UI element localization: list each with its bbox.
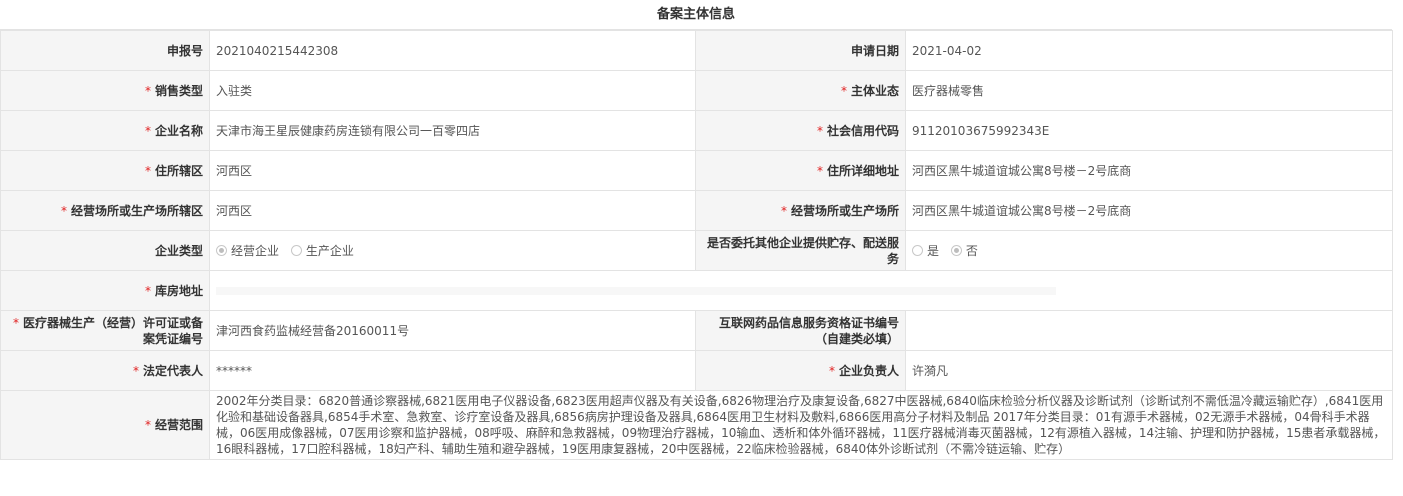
required-mark: * <box>144 163 151 178</box>
field-value <box>905 310 1393 351</box>
field-label: 企业负责人 <box>838 363 899 378</box>
required-mark: * <box>144 283 151 298</box>
field-label: 销售类型 <box>154 83 203 98</box>
field-label: 法定代表人 <box>142 363 203 378</box>
table-row: * 库房地址 <box>0 270 1393 311</box>
field-label: 企业名称 <box>154 123 203 138</box>
field-label: 申请日期 <box>695 30 906 71</box>
info-table: 申报号 2021040215442308 申请日期 2021-04-02 * 销售… <box>0 30 1393 460</box>
field-label: 是否委托其他企业提供贮存、配送服务 <box>695 230 906 271</box>
field-label: 申报号 <box>0 30 210 71</box>
radio-label: 生产企业 <box>305 243 354 258</box>
required-mark: * <box>780 203 787 218</box>
field-label: 企业类型 <box>0 230 210 271</box>
table-row: * 住所辖区 河西区 * 住所详细地址 河西区黑牛城道谊城公寓8号楼－2号底商 <box>0 150 1393 191</box>
radio-label: 是 <box>927 243 940 258</box>
field-label: 经营场所或生产场所 <box>790 203 899 218</box>
radio-production-enterprise[interactable] <box>290 244 302 256</box>
field-value: 河西区黑牛城道谊城公寓8号楼－2号底商 <box>905 190 1393 231</box>
field-value: 入驻类 <box>209 70 696 111</box>
field-value: 91120103675992343E <box>905 110 1393 151</box>
table-row: * 法定代表人 ****** * 企业负责人 许漪凡 <box>0 350 1393 391</box>
warehouse-address-value <box>209 270 1393 311</box>
radio-no[interactable] <box>950 244 962 256</box>
required-mark: * <box>828 363 835 378</box>
business-scope-value: 2002年分类目录：6820普通诊察器械,6821医用电子仪器设备,6823医用… <box>209 390 1393 460</box>
required-mark: * <box>132 363 139 378</box>
table-row: 申报号 2021040215442308 申请日期 2021-04-02 <box>0 30 1393 71</box>
field-value: 许漪凡 <box>905 350 1393 391</box>
field-value: 津河西食药监械经营备20160011号 <box>209 310 696 351</box>
field-label: 住所详细地址 <box>826 163 899 178</box>
required-mark: * <box>12 315 19 330</box>
field-value: 河西区 <box>209 190 696 231</box>
required-mark: * <box>144 418 151 432</box>
field-value: 天津市海王星辰健康药房连锁有限公司一百零四店 <box>209 110 696 151</box>
field-label: 住所辖区 <box>154 163 203 178</box>
panel-title: 备案主体信息 <box>0 0 1392 30</box>
table-row: * 经营范围 2002年分类目录：6820普通诊察器械,6821医用电子仪器设备,… <box>0 390 1393 460</box>
required-mark: * <box>816 123 823 138</box>
field-label: 医疗器械生产（经营）许可证或备案凭证编号 <box>22 315 203 346</box>
radio-business-enterprise[interactable] <box>216 244 227 256</box>
field-label: 主体业态 <box>850 83 899 98</box>
table-row: * 医疗器械生产（经营）许可证或备案凭证编号 津河西食药监械经营备20160011… <box>0 310 1393 351</box>
table-row: * 销售类型 入驻类 * 主体业态 医疗器械零售 <box>0 70 1393 111</box>
required-mark: * <box>816 163 823 178</box>
field-value: 河西区黑牛城道谊城公寓8号楼－2号底商 <box>905 150 1393 191</box>
field-value: ****** <box>209 350 696 391</box>
field-label: 互联网药品信息服务资格证书编号（自建类必填） <box>695 310 906 351</box>
entrust-storage-group: 是 否 <box>905 230 1393 271</box>
field-value: 2021-04-02 <box>905 30 1393 71</box>
required-mark: * <box>144 123 151 138</box>
radio-label: 否 <box>965 243 978 258</box>
required-mark: * <box>144 83 151 98</box>
table-row: * 经营场所或生产场所辖区 河西区 * 经营场所或生产场所 河西区黑牛城道谊城公寓8… <box>0 190 1393 231</box>
required-mark: * <box>60 203 67 218</box>
field-label: 经营场所或生产场所辖区 <box>70 203 203 218</box>
empty-value-bar <box>216 287 1056 295</box>
enterprise-type-group: 经营企业 生产企业 <box>209 230 696 271</box>
field-label: 经营范围 <box>154 418 203 432</box>
field-label: 库房地址 <box>154 283 203 298</box>
required-mark: * <box>840 83 847 98</box>
record-panel: 备案主体信息 申报号 2021040215442308 申请日期 2021-04… <box>0 0 1393 460</box>
table-row: * 企业名称 天津市海王星辰健康药房连锁有限公司一百零四店 * 社会信用代码 911… <box>0 110 1393 151</box>
table-row: 企业类型 经营企业 生产企业 是否委托其他企业提供贮存、配送服务 是 否 <box>0 230 1393 271</box>
radio-label: 经营企业 <box>231 243 280 258</box>
radio-yes[interactable] <box>912 244 923 256</box>
field-value: 医疗器械零售 <box>905 70 1393 111</box>
field-value: 2021040215442308 <box>209 30 696 71</box>
field-label: 社会信用代码 <box>826 123 899 138</box>
field-value: 河西区 <box>209 150 696 191</box>
